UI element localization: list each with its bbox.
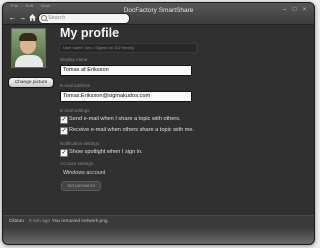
- back-arrow-icon[interactable]: ←: [8, 13, 17, 22]
- page-title: My profile: [60, 26, 120, 40]
- profile-picture: [11, 28, 46, 68]
- display-name-field[interactable]: Tomas af Eriksson: [60, 65, 192, 76]
- close-icon[interactable]: ×: [300, 7, 309, 14]
- email-settings-label: E-mail settings: [60, 108, 90, 113]
- status-time: 5 min ago: [29, 219, 51, 224]
- display-name-label: Display name: [60, 57, 88, 62]
- app-window: File Edit View DocFactory SmartShare – □…: [2, 2, 315, 245]
- search-input[interactable]: Search: [38, 13, 130, 24]
- title-bar: File Edit View DocFactory SmartShare – □…: [3, 3, 314, 25]
- search-placeholder: Search: [48, 15, 66, 21]
- window-reflection: [3, 227, 314, 244]
- maximize-icon[interactable]: □: [290, 7, 299, 14]
- status-activity: You removed network.png.: [52, 219, 109, 224]
- email-label: E-mail address: [60, 83, 91, 88]
- status-user[interactable]: Clinton: [9, 219, 24, 224]
- minimize-icon[interactable]: –: [280, 7, 289, 14]
- set-password-button[interactable]: Set password: [61, 181, 101, 191]
- email-opt1-label: Send e-mail when I share a topic with ot…: [69, 116, 181, 122]
- forward-arrow-icon[interactable]: →: [18, 13, 27, 22]
- home-icon[interactable]: [28, 13, 37, 22]
- account-settings-label: Account settings: [60, 161, 94, 166]
- notif-opt1-checkbox[interactable]: ✓: [60, 149, 68, 157]
- search-icon: [41, 15, 47, 21]
- email-field[interactable]: Tomas.Eriksson@sigmakudos.com: [60, 91, 192, 102]
- change-picture-button[interactable]: Change picture: [8, 77, 54, 88]
- email-opt2-checkbox[interactable]: ✓: [60, 127, 68, 135]
- email-opt1-checkbox[interactable]: ✓: [60, 116, 68, 124]
- notification-settings-label: Notification settings: [60, 141, 100, 146]
- account-type: Windows account: [63, 170, 106, 176]
- profile-page: Change picture My profile User name: tom…: [3, 25, 314, 215]
- notif-opt1-label: Show spotlight when I sign in.: [69, 149, 143, 155]
- email-opt2-label: Receive e-mail when others share a topic…: [69, 127, 194, 133]
- account-meta: User name: tom • Signed on 202 time(s): [59, 43, 197, 53]
